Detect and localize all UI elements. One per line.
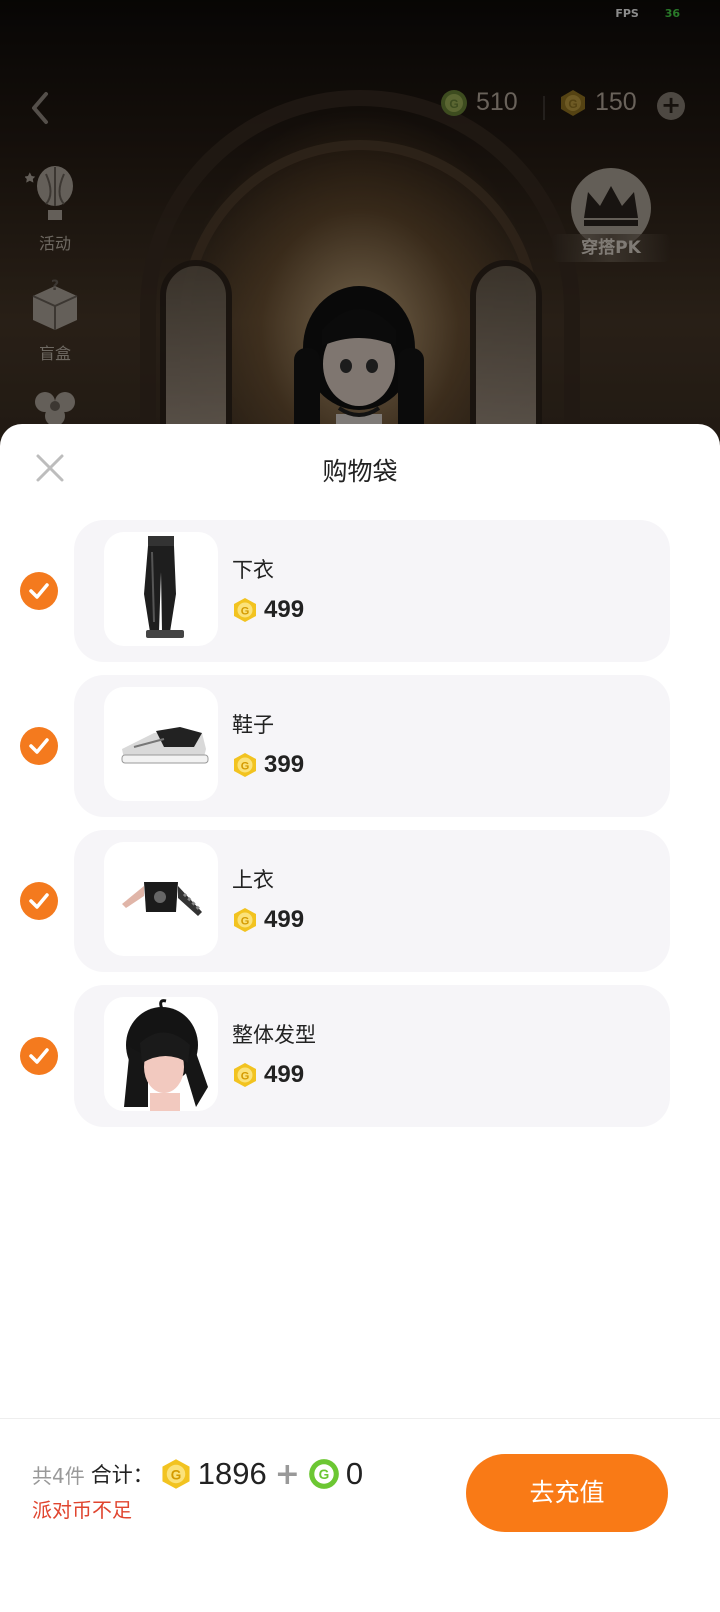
insufficient-funds-warning: 派对币不足: [32, 1498, 132, 1522]
item-thumbnail: [104, 997, 218, 1111]
checkmark-icon: [29, 893, 49, 909]
svg-text:G: G: [241, 1071, 250, 1083]
hairstyle-icon: [124, 999, 208, 1111]
checkmark-icon: [29, 738, 49, 754]
plus-sign: +: [274, 1456, 300, 1492]
recharge-button[interactable]: 去充值: [466, 1454, 668, 1532]
order-summary: 共4件 合计： G 1896 + G 0 派对币不足: [32, 1456, 363, 1523]
background-dim-overlay[interactable]: [0, 0, 720, 460]
gold-coin-icon: G: [234, 1063, 256, 1087]
total-label: 合计：: [90, 1463, 154, 1487]
item-price-value: 499: [264, 906, 305, 933]
checkmark-icon: [29, 583, 49, 599]
cart-item-card[interactable]: 下衣 G 499: [74, 520, 670, 662]
gold-coin-icon: G: [234, 908, 256, 932]
item-checkbox[interactable]: [20, 882, 58, 920]
cart-item-card[interactable]: 鞋子 G 399: [74, 675, 670, 817]
item-checkbox[interactable]: [20, 1037, 58, 1075]
cart-item-card[interactable]: 上衣 G 499: [74, 830, 670, 972]
green-total: 0: [345, 1456, 364, 1491]
item-name: 整体发型: [232, 1023, 316, 1047]
item-price-value: 499: [264, 596, 305, 623]
item-price-value: 499: [264, 1061, 305, 1088]
item-name: 下衣: [232, 558, 274, 582]
gold-coin-icon: G: [162, 1459, 190, 1489]
svg-text:G: G: [241, 606, 250, 618]
item-price: G 499: [232, 906, 304, 934]
item-name: 上衣: [232, 868, 274, 892]
cart-item: 下衣 G 499: [0, 520, 720, 662]
item-price: G 499: [232, 1061, 304, 1089]
sheet-title: 购物袋: [322, 457, 398, 486]
top-icon: [122, 882, 202, 916]
game-scene-background: FPS 36 G 510 G 150 + 活动 ? 盲盒 穿搭PK: [0, 0, 720, 460]
svg-text:G: G: [170, 1468, 181, 1483]
svg-text:G: G: [319, 1467, 330, 1482]
item-price: G 499: [232, 596, 304, 624]
item-checkbox[interactable]: [20, 727, 58, 765]
summary-total-row: 共4件 合计： G 1896 + G 0: [32, 1456, 363, 1492]
item-name: 鞋子: [232, 713, 274, 737]
gold-coin-icon: G: [234, 598, 256, 622]
shopping-bag-sheet: 购物袋 下衣 G 499 鞋子 G 399 上衣 G 499 整体发型 G 49…: [0, 424, 720, 1612]
item-price: G 399: [232, 751, 304, 779]
sneaker-icon: [121, 727, 209, 764]
pants-icon: [144, 536, 184, 638]
item-thumbnail: [104, 842, 218, 956]
cart-item: 整体发型 G 499: [0, 985, 720, 1127]
item-thumbnail: [104, 687, 218, 801]
item-thumbnail: [104, 532, 218, 646]
cart-item-card[interactable]: 整体发型 G 499: [74, 985, 670, 1127]
gold-coin-icon: G: [234, 753, 256, 777]
cart-item: 鞋子 G 399: [0, 675, 720, 817]
item-count: 共4件: [32, 1463, 85, 1488]
svg-text:G: G: [241, 916, 250, 928]
sheet-header: 购物袋: [0, 424, 720, 514]
footer-divider: [0, 1418, 720, 1419]
green-coin-icon: G: [308, 1459, 339, 1489]
svg-text:G: G: [241, 761, 250, 773]
gold-total: 1896: [197, 1456, 267, 1491]
item-checkbox[interactable]: [20, 572, 58, 610]
item-price-value: 399: [264, 751, 305, 778]
cart-item: 上衣 G 499: [0, 830, 720, 972]
checkmark-icon: [29, 1048, 49, 1064]
